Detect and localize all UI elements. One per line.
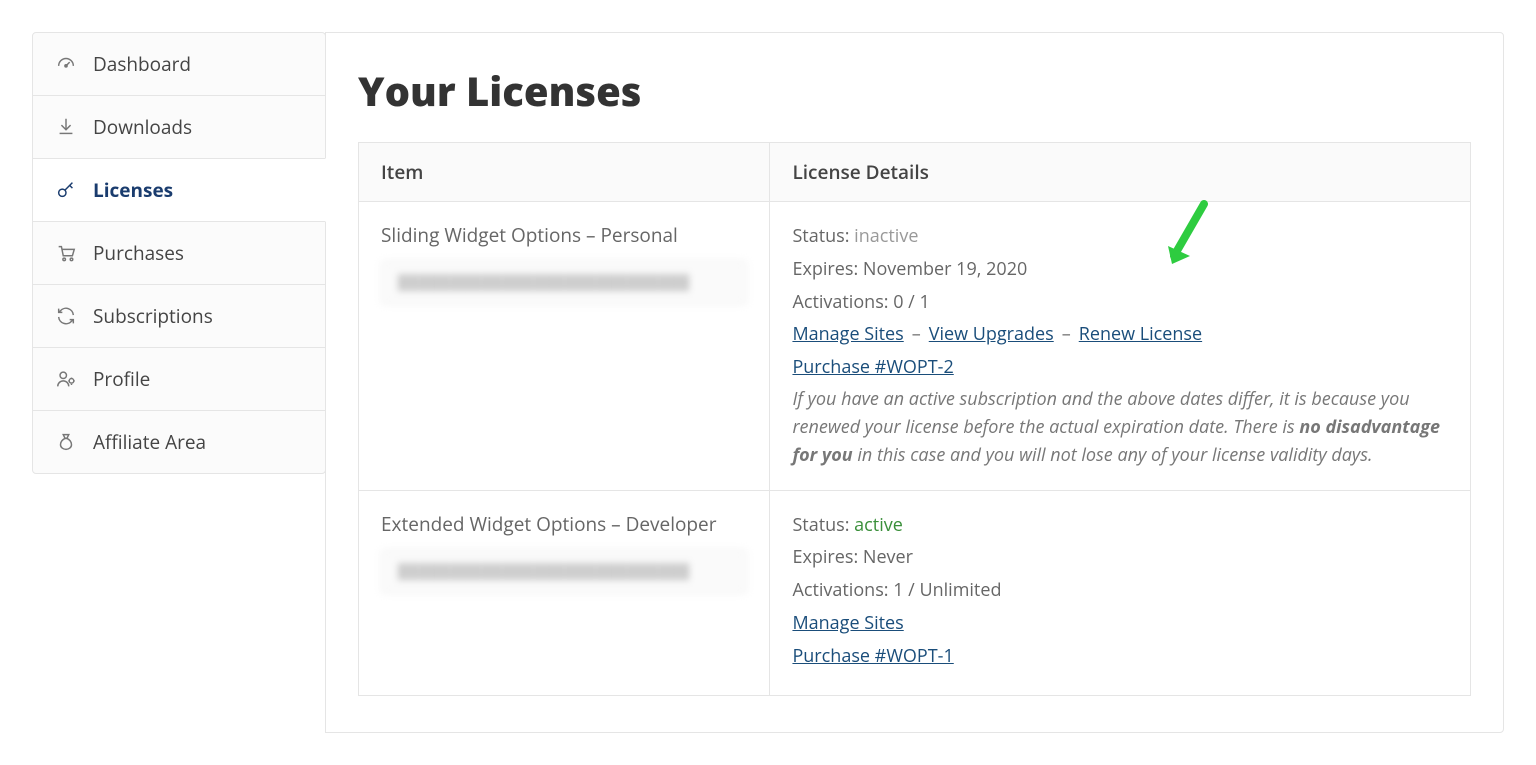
cart-icon	[55, 242, 77, 264]
sidebar-item-label: Profile	[93, 366, 150, 392]
status-value: active	[854, 513, 903, 537]
status-value: inactive	[854, 224, 918, 248]
license-note: If you have an active subscription and t…	[792, 386, 1448, 470]
download-icon	[55, 116, 77, 138]
page-title: Your Licenses	[358, 63, 1471, 118]
licenses-table: Item License Details Sliding Widget Opti…	[358, 142, 1471, 696]
manage-sites-link[interactable]: Manage Sites	[792, 322, 903, 346]
item-name: Sliding Widget Options – Personal	[381, 222, 747, 248]
activations-line: Activations: 0 / 1	[792, 288, 1448, 317]
sidebar-item-label: Downloads	[93, 114, 192, 140]
action-links: Manage Sites–View Upgrades–Renew License	[792, 320, 1448, 349]
view-upgrades-link[interactable]: View Upgrades	[929, 322, 1054, 346]
sidebar-item-affiliate[interactable]: Affiliate Area	[32, 410, 326, 474]
status-line: Status: inactive	[792, 222, 1448, 251]
dashboard-icon	[55, 53, 77, 75]
separator: –	[912, 322, 921, 346]
details-cell: Status: inactive Expires: November 19, 20…	[770, 202, 1471, 491]
expires-label: Expires:	[792, 257, 858, 281]
status-label: Status:	[792, 224, 854, 248]
purchase-line: Purchase #WOPT-1	[792, 642, 1448, 671]
sidebar-item-dashboard[interactable]: Dashboard	[32, 32, 326, 96]
key-icon	[55, 179, 77, 201]
expires-label: Expires:	[792, 545, 858, 569]
item-name: Extended Widget Options – Developer	[381, 511, 747, 537]
sidebar-item-downloads[interactable]: Downloads	[32, 95, 326, 159]
activations-label: Activations:	[792, 578, 888, 602]
purchase-link[interactable]: Purchase #WOPT-1	[792, 644, 953, 668]
item-cell: Extended Widget Options – Developer █████…	[359, 490, 770, 695]
note-suffix: in this case and you will not lose any o…	[853, 443, 1373, 467]
expires-value: Never	[863, 545, 913, 569]
activations-label: Activations:	[792, 290, 888, 314]
renew-license-link[interactable]: Renew License	[1079, 322, 1202, 346]
sidebar-item-label: Subscriptions	[93, 303, 213, 329]
sidebar-item-label: Licenses	[93, 177, 173, 203]
license-key[interactable]: ████████████████████████████	[381, 549, 747, 594]
refresh-icon	[55, 305, 77, 327]
sidebar: Dashboard Downloads Licenses Purchases S…	[32, 32, 326, 733]
sidebar-item-profile[interactable]: Profile	[32, 347, 326, 411]
manage-sites-link[interactable]: Manage Sites	[792, 611, 903, 635]
moneybag-icon	[55, 431, 77, 453]
activations-value: 0 / 1	[893, 290, 930, 314]
status-line: Status: active	[792, 511, 1448, 540]
sidebar-item-label: Purchases	[93, 240, 184, 266]
table-row: Sliding Widget Options – Personal ███████…	[359, 202, 1471, 491]
col-header-item: Item	[359, 143, 770, 202]
sidebar-item-label: Dashboard	[93, 51, 191, 77]
purchase-link[interactable]: Purchase #WOPT-2	[792, 355, 953, 379]
profile-icon	[55, 368, 77, 390]
separator: –	[1062, 322, 1071, 346]
activations-line: Activations: 1 / Unlimited	[792, 576, 1448, 605]
purchase-line: Purchase #WOPT-2	[792, 353, 1448, 382]
status-label: Status:	[792, 513, 854, 537]
license-key[interactable]: ████████████████████████████	[381, 260, 747, 305]
action-links: Manage Sites	[792, 609, 1448, 638]
expires-value: November 19, 2020	[863, 257, 1027, 281]
table-row: Extended Widget Options – Developer █████…	[359, 490, 1471, 695]
sidebar-item-label: Affiliate Area	[93, 429, 206, 455]
sidebar-item-licenses[interactable]: Licenses	[32, 158, 326, 222]
expires-line: Expires: Never	[792, 543, 1448, 572]
sidebar-item-subscriptions[interactable]: Subscriptions	[32, 284, 326, 348]
details-cell: Status: active Expires: Never Activations:…	[770, 490, 1471, 695]
main-content: Your Licenses Item License Details Slidi…	[325, 32, 1504, 733]
item-cell: Sliding Widget Options – Personal ███████…	[359, 202, 770, 491]
col-header-details: License Details	[770, 143, 1471, 202]
activations-value: 1 / Unlimited	[893, 578, 1001, 602]
sidebar-item-purchases[interactable]: Purchases	[32, 221, 326, 285]
expires-line: Expires: November 19, 2020	[792, 255, 1448, 284]
